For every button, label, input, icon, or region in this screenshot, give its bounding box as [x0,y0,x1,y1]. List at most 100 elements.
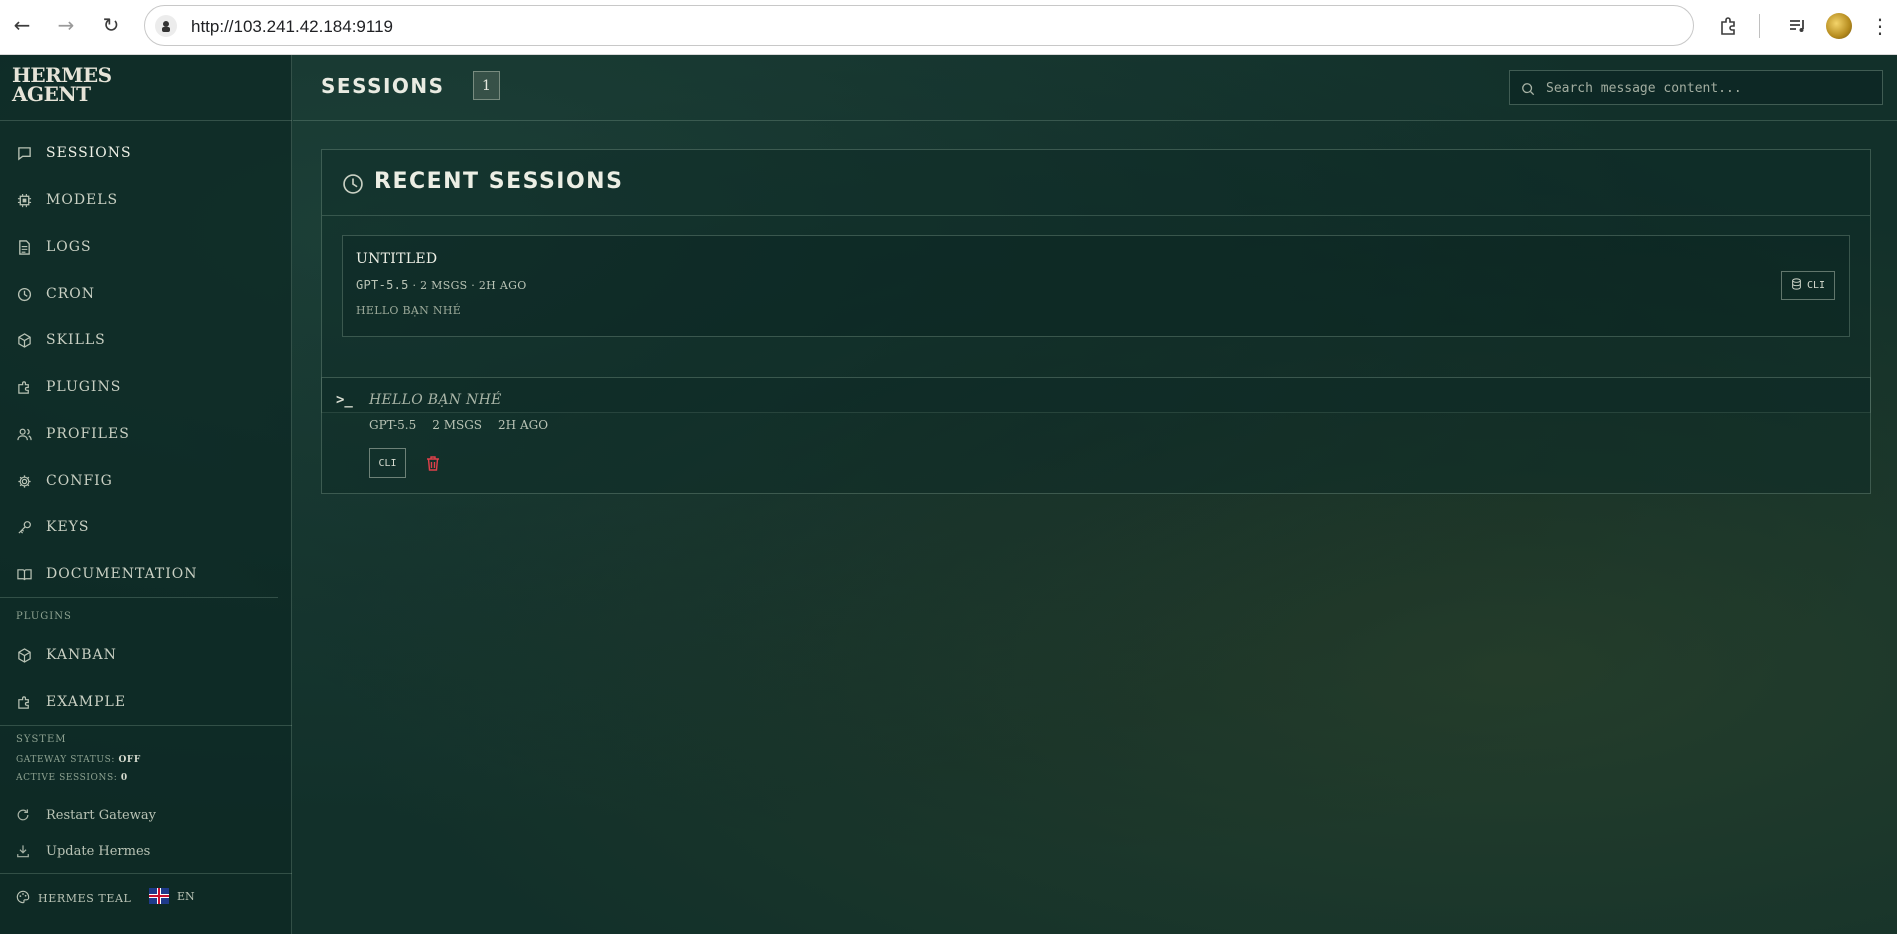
sidebar-item-example[interactable]: EXAMPLE [0,682,290,722]
download-icon [16,844,30,858]
puzzle-icon [16,379,32,395]
sidebar-item-models[interactable]: MODELS [0,180,290,220]
terminal-icon: >_ [336,392,353,408]
database-icon [1791,278,1802,293]
cube-icon [16,647,32,663]
sidebar-item-cron[interactable]: CRON [0,274,290,314]
media-controls-icon[interactable] [1785,13,1811,39]
sidebar-item-config[interactable]: CONFIG [0,461,290,501]
key-icon [16,519,32,535]
session-msg-count: 2 MSGS [432,418,483,432]
url-text[interactable]: http://103.241.42.184:9119 [191,17,393,37]
update-hermes-label: Update Hermes [46,843,151,859]
cube-icon [16,332,32,348]
clock-icon [342,173,364,195]
source-badge[interactable]: CLI [1781,271,1835,300]
sidebar-item-profiles[interactable]: PROFILES [0,414,290,454]
browser-menu-icon[interactable]: ⋮ [1867,13,1893,39]
file-icon [16,239,32,255]
session-preview: HELLO BẠN NHÉ [356,304,462,317]
toolbar-divider [1759,14,1760,38]
update-hermes-button[interactable]: Update Hermes [0,836,290,866]
sidebar-item-kanban[interactable]: KANBAN [0,635,290,675]
sidebar-item-label: LOGS [46,239,92,255]
clock-icon [16,286,32,302]
sidebar-item-label: DOCUMENTATION [46,566,198,582]
forward-arrow-icon[interactable]: → [53,12,79,38]
browser-toolbar: ← → ↻ http://103.241.42.184:9119 ⋮ [0,0,1897,55]
cli-source-button[interactable]: CLI [369,448,406,478]
sidebar-footer: HERMES TEAL EN [0,873,292,934]
recent-sessions-panel: RECENT SESSIONS UNTITLED GPT-5.5 · 2 MSG… [321,149,1871,413]
recent-sessions-title: RECENT SESSIONS [374,169,624,194]
sidebar-item-label: CRON [46,286,95,302]
active-sessions-label: ACTIVE SESSIONS: [16,773,118,783]
session-meta: GPT-5.5 2 MSGS 2H AGO [369,418,548,432]
session-model: GPT-5.5 [369,418,417,432]
source-label: CLI [1806,280,1826,291]
app-root: HERMES AGENT SESSIONS MODELS LOGS CRON S… [0,55,1897,934]
sidebar-item-keys[interactable]: KEYS [0,507,290,547]
palette-icon [16,890,30,907]
session-meta: GPT-5.5 · 2 MSGS · 2H AGO [356,278,527,292]
sidebar-item-label: KEYS [46,519,90,535]
sidebar-item-label: PROFILES [46,426,130,442]
sidebar-divider [0,597,278,598]
chip-icon [16,192,32,208]
session-model: GPT-5.5 [356,278,409,292]
main-header: SESSIONS 1 [293,55,1897,121]
search-icon [1521,81,1535,96]
session-title: HELLO BẠN NHÉ [369,392,502,408]
active-sessions-value: 0 [120,773,128,783]
sidebar-item-label: MODELS [46,192,119,208]
brand: HERMES AGENT [0,55,292,121]
refresh-icon [16,808,30,822]
system-section-label: SYSTEM [16,734,67,745]
reload-icon[interactable]: ↻ [98,12,124,38]
session-count-badge: 1 [473,71,500,100]
brand-logo-text[interactable]: HERMES AGENT [12,65,112,104]
sidebar: HERMES AGENT SESSIONS MODELS LOGS CRON S… [0,55,292,934]
sidebar-item-plugins[interactable]: PLUGINS [0,367,290,407]
theme-switcher[interactable]: HERMES TEAL [16,890,131,907]
sidebar-item-documentation[interactable]: DOCUMENTATION [0,554,290,594]
page-title: SESSIONS [321,74,445,98]
session-name: UNTITLED [356,251,438,267]
book-icon [16,566,32,582]
recent-sessions-header: RECENT SESSIONS [322,150,1870,216]
gateway-status: GATEWAY STATUS: OFF [16,755,141,765]
search-input[interactable] [1546,78,1876,98]
restart-gateway-label: Restart Gateway [46,807,156,823]
address-bar[interactable]: http://103.241.42.184:9119 [144,5,1694,46]
sidebar-item-label: PLUGINS [46,379,122,395]
session-age: 2H AGO [498,418,549,432]
extensions-icon[interactable] [1715,13,1741,39]
sidebar-divider [0,725,292,726]
session-detail-row[interactable]: >_ HELLO BẠN NHÉ GPT-5.5 2 MSGS 2H AGO C… [321,377,1871,494]
trash-icon[interactable] [425,455,441,472]
language-switcher[interactable]: EN [149,888,195,904]
plugins-section-label: PLUGINS [16,611,72,622]
active-sessions: ACTIVE SESSIONS: 0 [16,773,128,783]
back-arrow-icon[interactable]: ← [9,12,35,38]
site-info-icon[interactable] [155,15,177,37]
session-meta-rest: · 2 MSGS · 2H AGO [412,279,527,292]
search-box[interactable] [1509,70,1883,105]
sidebar-item-sessions[interactable]: SESSIONS [0,133,290,173]
gateway-status-label: GATEWAY STATUS: [16,755,115,765]
sidebar-item-label: SESSIONS [46,145,132,161]
profile-avatar[interactable] [1826,13,1852,39]
theme-label: HERMES TEAL [38,892,132,905]
uk-flag-icon [149,888,169,904]
language-label: EN [177,889,195,903]
restart-gateway-button[interactable]: Restart Gateway [0,800,290,830]
gear-icon [16,473,32,489]
sidebar-item-logs[interactable]: LOGS [0,227,290,267]
chat-icon [16,145,32,161]
gateway-status-value: OFF [118,755,141,765]
session-card[interactable]: UNTITLED GPT-5.5 · 2 MSGS · 2H AGO HELLO… [342,235,1850,337]
sidebar-item-skills[interactable]: SKILLS [0,320,290,360]
sidebar-item-label: CONFIG [46,473,113,489]
sidebar-item-label: SKILLS [46,332,106,348]
sidebar-item-label: EXAMPLE [46,694,127,710]
